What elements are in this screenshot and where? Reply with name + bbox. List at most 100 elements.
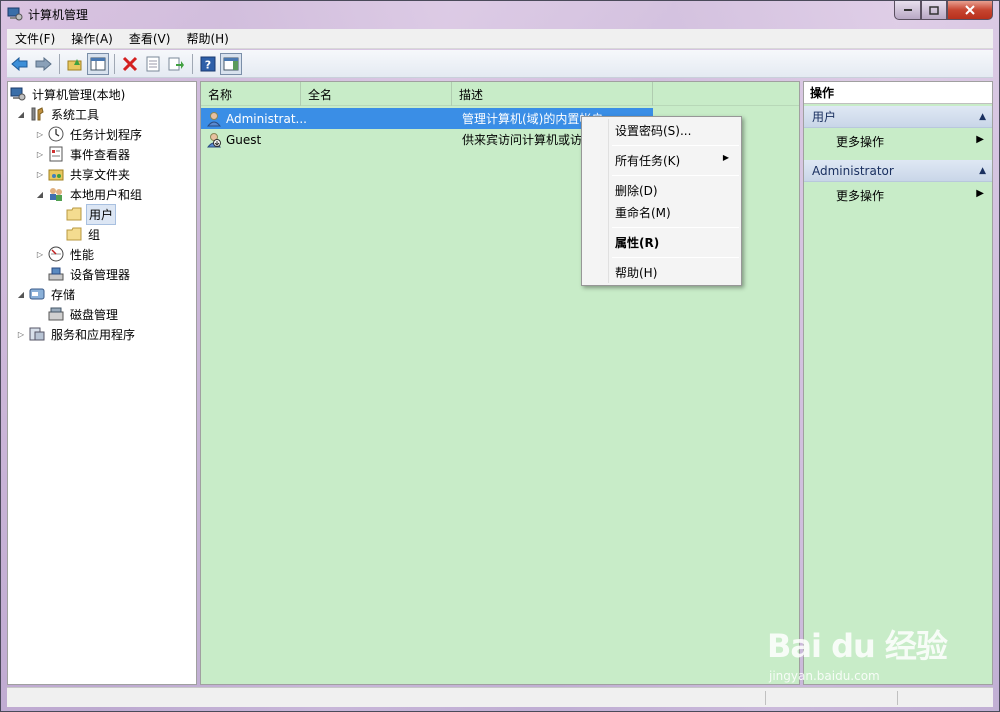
tree-item-local-users-groups[interactable]: ◢ 本地用户和组	[35, 184, 144, 204]
disabled-user-icon	[206, 132, 222, 148]
watermark-url: jingyan.baidu.com	[769, 669, 880, 683]
collapse-arrow-icon[interactable]: ◢	[16, 110, 26, 119]
minimize-button[interactable]	[894, 1, 921, 20]
menu-item-help[interactable]: 帮助(H)	[584, 261, 739, 283]
action-more-actions-users[interactable]: 更多操作 ▶	[804, 130, 992, 152]
expand-arrow-icon[interactable]: ▷	[35, 170, 45, 179]
svg-text:?: ?	[205, 58, 211, 71]
column-header-name[interactable]: 名称	[201, 82, 301, 106]
back-button[interactable]	[9, 53, 31, 75]
up-folder-button[interactable]	[64, 53, 86, 75]
tree-item-label: 用户	[86, 203, 117, 225]
tree-item-device-manager[interactable]: 设备管理器	[48, 264, 132, 284]
minimize-icon	[903, 9, 912, 11]
help-button[interactable]: ?	[197, 53, 219, 75]
context-menu: 设置密码(S)... 所有任务(K) ▶ 删除(D) 重命名(M) 属性(R) …	[581, 116, 742, 286]
tree-item-services-applications[interactable]: ▷ 服务和应用程序	[16, 324, 137, 344]
menu-item-set-password[interactable]: 设置密码(S)...	[584, 119, 739, 141]
close-button[interactable]	[947, 1, 993, 20]
column-header-description[interactable]: 描述	[452, 82, 653, 106]
tools-icon	[29, 106, 45, 122]
tree-item-label: 事件查看器	[70, 147, 131, 162]
action-more-actions-administrator[interactable]: 更多操作 ▶	[804, 184, 992, 206]
tree-item-label: 性能	[70, 247, 95, 262]
action-label: 更多操作	[836, 188, 885, 203]
action-section-users[interactable]: 用户 ▲	[804, 106, 992, 128]
clock-icon	[48, 126, 64, 142]
column-header-fullname[interactable]: 全名	[301, 82, 452, 106]
tree-item-task-scheduler[interactable]: ▷ 任务计划程序	[35, 124, 144, 144]
action-section-administrator[interactable]: Administrator ▲	[804, 160, 992, 182]
expand-arrow-icon[interactable]: ▷	[35, 130, 45, 139]
show-action-pane-button[interactable]	[220, 52, 242, 75]
properties-button[interactable]	[142, 53, 164, 75]
show-tree-icon	[90, 57, 106, 70]
collapse-arrow-icon[interactable]: ◢	[16, 290, 26, 299]
tree-item-label: 存储	[51, 287, 76, 302]
collapse-up-icon[interactable]: ▲	[979, 112, 986, 122]
export-icon	[168, 57, 184, 70]
title-bar[interactable]: 计算机管理	[1, 1, 999, 27]
maximize-button[interactable]	[921, 1, 947, 20]
window-title: 计算机管理	[28, 7, 89, 22]
actions-pane: 操作 用户 ▲ 更多操作 ▶ Administrator ▲ 更多操作 ▶	[803, 81, 993, 685]
submenu-arrow-icon: ▶	[976, 134, 984, 145]
collapse-arrow-icon[interactable]: ◢	[35, 190, 45, 199]
tree-item-label: 设备管理器	[70, 267, 131, 282]
expand-arrow-icon[interactable]: ▷	[35, 150, 45, 159]
tree-item-users[interactable]: 用户	[66, 203, 117, 225]
expand-arrow-icon[interactable]: ▷	[35, 250, 45, 259]
forward-icon	[35, 56, 52, 71]
device-manager-icon	[48, 266, 64, 282]
forward-button[interactable]	[32, 53, 54, 75]
tree-item-label: 服务和应用程序	[51, 327, 136, 342]
disk-management-icon	[48, 306, 64, 322]
console-tree: 计算机管理(本地) ◢ 系统工具 ▷ 任务计划程序 ▷ 事件查看器 ▷ 共享文件…	[7, 81, 197, 685]
menu-separator	[612, 257, 739, 258]
user-icon	[206, 111, 222, 127]
delete-button[interactable]	[119, 53, 141, 75]
menu-item-label: 所有任务(K)	[615, 153, 681, 168]
menu-help[interactable]: 帮助(H)	[178, 30, 236, 47]
menu-bar: 文件(F) 操作(A) 查看(V) 帮助(H)	[7, 29, 993, 49]
menu-item-rename[interactable]: 重命名(M)	[584, 201, 739, 223]
section-label: 用户	[812, 110, 837, 124]
shared-folder-icon	[48, 166, 64, 182]
tree-item-performance[interactable]: ▷ 性能	[35, 244, 96, 264]
menu-separator	[612, 175, 739, 176]
close-icon	[965, 5, 975, 15]
back-icon	[11, 56, 28, 71]
maximize-icon	[929, 5, 939, 15]
export-button[interactable]	[165, 53, 187, 75]
menu-view[interactable]: 查看(V)	[121, 30, 179, 47]
computer-management-icon	[7, 6, 23, 22]
toolbar: ?	[7, 50, 993, 78]
tree-item-label: 系统工具	[51, 107, 100, 122]
storage-icon	[29, 286, 45, 302]
tree-item-label: 任务计划程序	[70, 127, 143, 142]
tree-item-groups[interactable]: 组	[66, 224, 102, 244]
section-label: Administrator	[812, 163, 894, 178]
services-icon	[29, 326, 45, 342]
menu-item-properties[interactable]: 属性(R)	[584, 231, 739, 253]
show-tree-button[interactable]	[87, 52, 109, 75]
tree-item-computer-management[interactable]: 计算机管理(本地)	[10, 84, 127, 104]
expand-arrow-icon[interactable]: ▷	[16, 330, 26, 339]
menu-item-delete[interactable]: 删除(D)	[584, 179, 739, 201]
tree-item-shared-folders[interactable]: ▷ 共享文件夹	[35, 164, 132, 184]
folder-icon	[66, 226, 82, 242]
menu-action[interactable]: 操作(A)	[63, 30, 121, 47]
status-divider	[765, 691, 766, 705]
action-label: 更多操作	[836, 134, 885, 149]
menu-item-all-tasks[interactable]: 所有任务(K) ▶	[584, 149, 739, 171]
menu-file[interactable]: 文件(F)	[7, 30, 63, 47]
tree-item-event-viewer[interactable]: ▷ 事件查看器	[35, 144, 132, 164]
tree-item-label: 计算机管理(本地)	[32, 87, 126, 102]
tree-item-disk-management[interactable]: 磁盘管理	[48, 304, 120, 324]
tree-item-system-tools[interactable]: ◢ 系统工具	[16, 104, 101, 124]
collapse-up-icon[interactable]: ▲	[979, 166, 986, 176]
users-groups-icon	[48, 186, 64, 202]
list-header: 名称 全名 描述	[201, 82, 799, 106]
tree-item-label: 磁盘管理	[70, 307, 119, 322]
tree-item-storage[interactable]: ◢ 存储	[16, 284, 77, 304]
